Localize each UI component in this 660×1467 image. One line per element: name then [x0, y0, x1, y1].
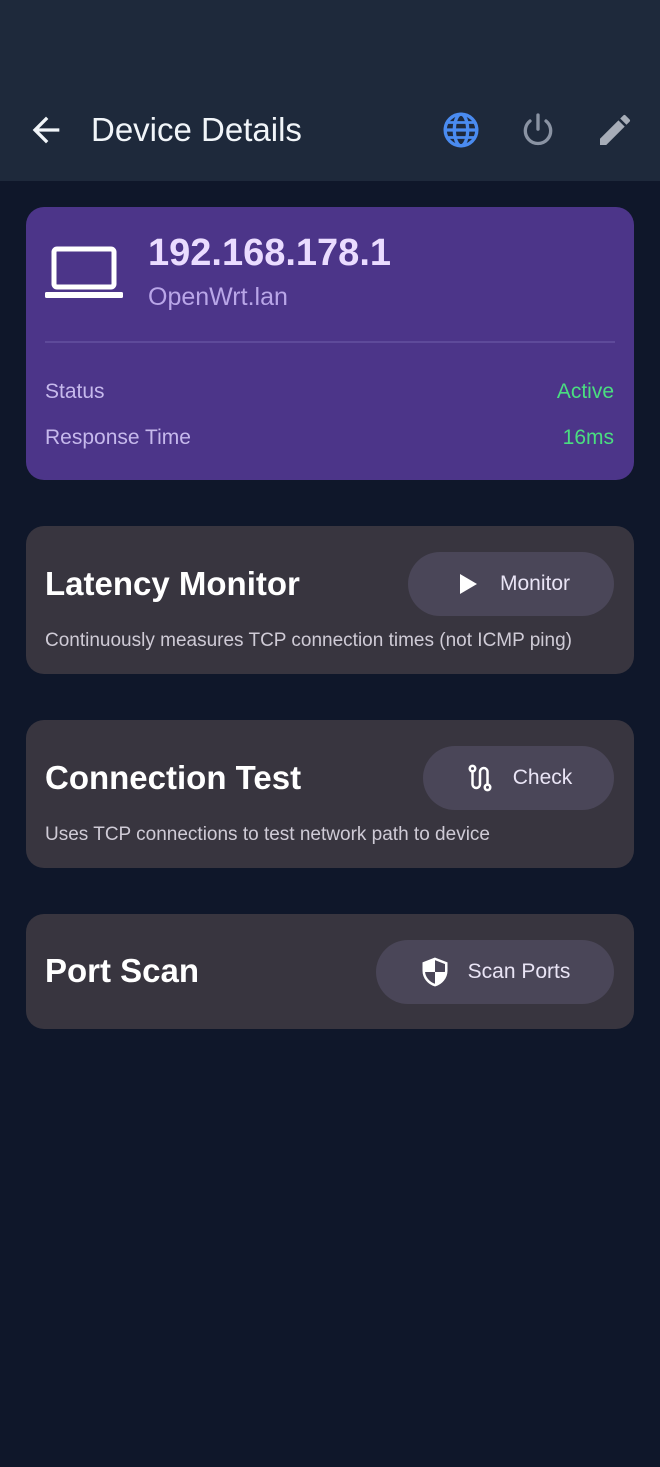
- latency-monitor-card: Latency Monitor Monitor Continuously mea…: [26, 526, 634, 674]
- status-label: Status: [45, 380, 105, 403]
- latency-monitor-description: Continuously measures TCP connection tim…: [45, 630, 572, 651]
- globe-icon: [443, 112, 479, 148]
- check-button-label: Check: [512, 766, 573, 789]
- scan-ports-button-label: Scan Ports: [467, 960, 571, 983]
- status-value: Active: [556, 380, 614, 403]
- connection-test-description: Uses TCP connections to test network pat…: [45, 824, 490, 845]
- wake-device-button[interactable]: [518, 110, 558, 150]
- edit-device-button[interactable]: [595, 110, 635, 150]
- device-hostname: OpenWrt.lan: [148, 283, 288, 311]
- page-title: Device Details: [91, 111, 302, 148]
- connection-test-card: Connection Test Check Uses TCP connectio…: [26, 720, 634, 868]
- monitor-button-label: Monitor: [499, 572, 571, 595]
- power-icon: [523, 113, 553, 146]
- back-button[interactable]: [26, 110, 66, 150]
- check-button[interactable]: Check: [423, 746, 614, 810]
- divider: [45, 341, 615, 343]
- device-ip: 192.168.178.1: [148, 232, 392, 274]
- shield-icon: [420, 957, 450, 987]
- port-scan-card: Port Scan Scan Ports: [26, 914, 634, 1029]
- open-in-browser-button[interactable]: [441, 110, 481, 150]
- connection-test-title: Connection Test: [45, 759, 302, 796]
- laptop-icon: [44, 243, 124, 303]
- device-info-card: 192.168.178.1 OpenWrt.lan Status Active …: [26, 207, 634, 480]
- route-icon: [465, 763, 495, 793]
- port-scan-title: Port Scan: [45, 952, 200, 989]
- scan-ports-button[interactable]: Scan Ports: [376, 940, 614, 1004]
- response-time-label: Response Time: [45, 426, 191, 449]
- edit-icon: [600, 114, 631, 145]
- response-time-value: 16ms: [562, 426, 614, 449]
- arrow-back-icon: [32, 116, 60, 144]
- play-icon: [452, 569, 482, 599]
- latency-monitor-title: Latency Monitor: [45, 565, 300, 602]
- app-bar: Device Details: [0, 0, 660, 181]
- monitor-button[interactable]: Monitor: [408, 552, 614, 616]
